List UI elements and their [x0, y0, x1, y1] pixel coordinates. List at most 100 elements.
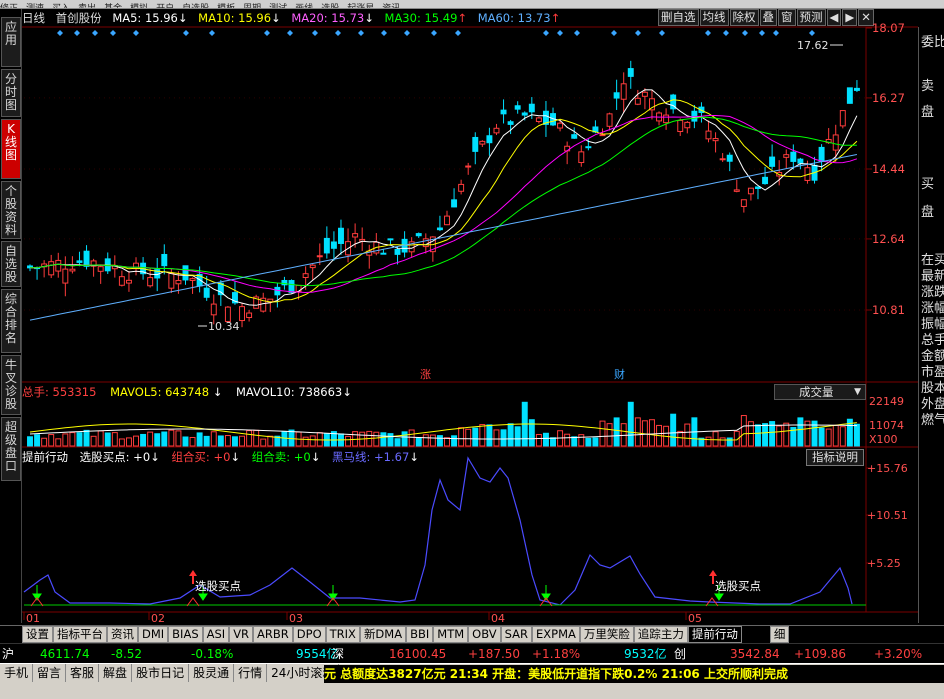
bottom-toolbar-item[interactable]: 股灵通	[189, 664, 235, 682]
indicator-tab[interactable]: BBI	[406, 626, 434, 643]
indicator-tab[interactable]: 新DMA	[359, 626, 407, 643]
signal-diamond-icon	[635, 30, 641, 36]
volume-bar	[500, 429, 507, 447]
volume-bar	[571, 436, 578, 447]
volume-bar	[373, 431, 380, 447]
volume-legend: 总手: 553315 MAVOL5: 643748 ↓ MAVOL10: 738…	[22, 384, 362, 400]
candle-body	[677, 119, 684, 132]
signal-diamond-icon	[209, 30, 215, 36]
indicator-tab[interactable]: BIAS	[168, 626, 203, 643]
candle-body	[118, 276, 125, 286]
indicator-tab[interactable]: 指标平台	[53, 626, 107, 643]
indicator-tab-detail[interactable]: 细	[769, 626, 790, 643]
volume-bar	[196, 432, 203, 447]
indicator-tab[interactable]: VR	[229, 626, 254, 643]
signal-diamond-icon	[404, 30, 410, 36]
signal-diamond-icon	[287, 30, 293, 36]
price-axis-label: 18.07	[872, 21, 905, 35]
quote-field-label: 最新	[921, 269, 944, 284]
candle-body	[507, 121, 514, 125]
bottom-toolbar-item[interactable]: 股市日记	[132, 664, 190, 682]
indicator-tab[interactable]: ASI	[202, 626, 230, 643]
quote-field-label: 买	[921, 177, 935, 192]
bottom-toolbar-item[interactable]: 行情	[234, 664, 268, 682]
volume-bar	[97, 430, 104, 447]
kline-chart[interactable]: 18.07 16.27 14.44 12.64 10.81 17.62 10.34 涨 财 221…	[0, 0, 944, 625]
indicator-tab[interactable]: DMI	[138, 626, 169, 643]
mavol5-label: MAVOL5: 643748 ↓	[110, 385, 223, 399]
indicator-tab[interactable]: 资讯	[107, 626, 138, 643]
candlesticks	[27, 60, 860, 328]
candle-body	[762, 176, 769, 185]
candle-body	[648, 98, 655, 111]
volume-bar	[705, 436, 712, 447]
buy-point-label: 选股买点	[715, 579, 761, 593]
candle-body	[48, 261, 55, 276]
candle-body	[444, 215, 450, 226]
candle-body	[83, 250, 90, 267]
bottom-toolbar-item[interactable]: 客服	[66, 664, 100, 682]
indicator-tab[interactable]: ARBR	[253, 626, 293, 643]
volume-bar	[542, 432, 549, 447]
dropdown-arrow-icon: ▼	[854, 387, 861, 397]
volume-bar	[189, 436, 196, 447]
sh-index: 4611.74	[40, 647, 90, 661]
candle-body	[168, 272, 175, 289]
volume-bar	[825, 428, 832, 447]
bottom-toolbar-item[interactable]: 解盘	[99, 664, 133, 682]
volume-bar	[401, 431, 408, 447]
ma60-line	[29, 154, 857, 321]
candle-body	[500, 109, 507, 115]
indicator-tab[interactable]: 设置	[22, 626, 53, 643]
indicator-tab[interactable]: EXPMA	[531, 626, 580, 643]
candle-body	[189, 278, 196, 281]
candle-body	[323, 237, 330, 254]
volume-bar	[726, 437, 733, 447]
candle-body	[740, 199, 747, 207]
low-price-label: 10.34	[208, 320, 240, 333]
volume-indicator-select[interactable]: 成交量 ▼	[774, 384, 866, 400]
signal-diamond-icon	[133, 30, 139, 36]
volume-bar	[648, 419, 655, 447]
candle-body	[606, 113, 613, 127]
signal-diamond-icon	[57, 30, 63, 36]
candle-body	[634, 97, 641, 105]
bottom-toolbar-item[interactable]: 留言	[33, 664, 67, 682]
candle-body	[394, 248, 401, 255]
indicator-help-button[interactable]: 指标说明	[806, 449, 864, 466]
indicator-tab[interactable]: OBV	[468, 626, 501, 643]
indicator-tab[interactable]: 追踪主力	[633, 626, 688, 643]
indicator-tab[interactable]: 提前行动	[687, 626, 742, 643]
signal-diamond-icon	[110, 30, 116, 36]
volume-bar	[182, 436, 189, 447]
candle-body	[182, 265, 189, 281]
x-axis-label: 04	[491, 612, 505, 625]
indicator-tab[interactable]: MTM	[433, 626, 469, 643]
volume-bar	[147, 431, 154, 447]
quote-field-label: 涨跌	[921, 285, 944, 300]
news-ticker[interactable]: 元 总额度达3827亿元 21:34 开盘：美股低开道指下跌0.2% 21:06…	[324, 665, 944, 683]
quote-field-label: 盘	[921, 105, 935, 120]
indicator-tab[interactable]: 万里笑脸	[579, 626, 634, 643]
indicator-tab[interactable]: DPO	[292, 626, 326, 643]
price-axis-label: 10.81	[872, 303, 905, 317]
indicator-tab[interactable]: TRIX	[325, 626, 360, 643]
candle-body	[521, 112, 528, 116]
candle-body	[465, 165, 472, 168]
candle-body	[125, 279, 132, 284]
volume-bar	[161, 431, 168, 447]
mavol10-line	[29, 424, 857, 440]
candle-body	[733, 189, 740, 192]
bottom-toolbar-item[interactable]: 手机	[0, 664, 34, 682]
candle-body	[790, 151, 797, 162]
event-mark-cai[interactable]: 财	[614, 367, 625, 381]
event-mark-zhang[interactable]: 涨	[420, 368, 431, 381]
candle-body	[853, 87, 860, 91]
candle-body	[705, 130, 712, 140]
candle-body	[557, 122, 564, 129]
volume-bar	[783, 422, 790, 447]
indicator-tab[interactable]: SAR	[500, 626, 532, 643]
sh-pct: -0.18%	[191, 647, 234, 661]
price-axis-label: 16.27	[872, 91, 905, 105]
volume-bar	[175, 430, 182, 447]
